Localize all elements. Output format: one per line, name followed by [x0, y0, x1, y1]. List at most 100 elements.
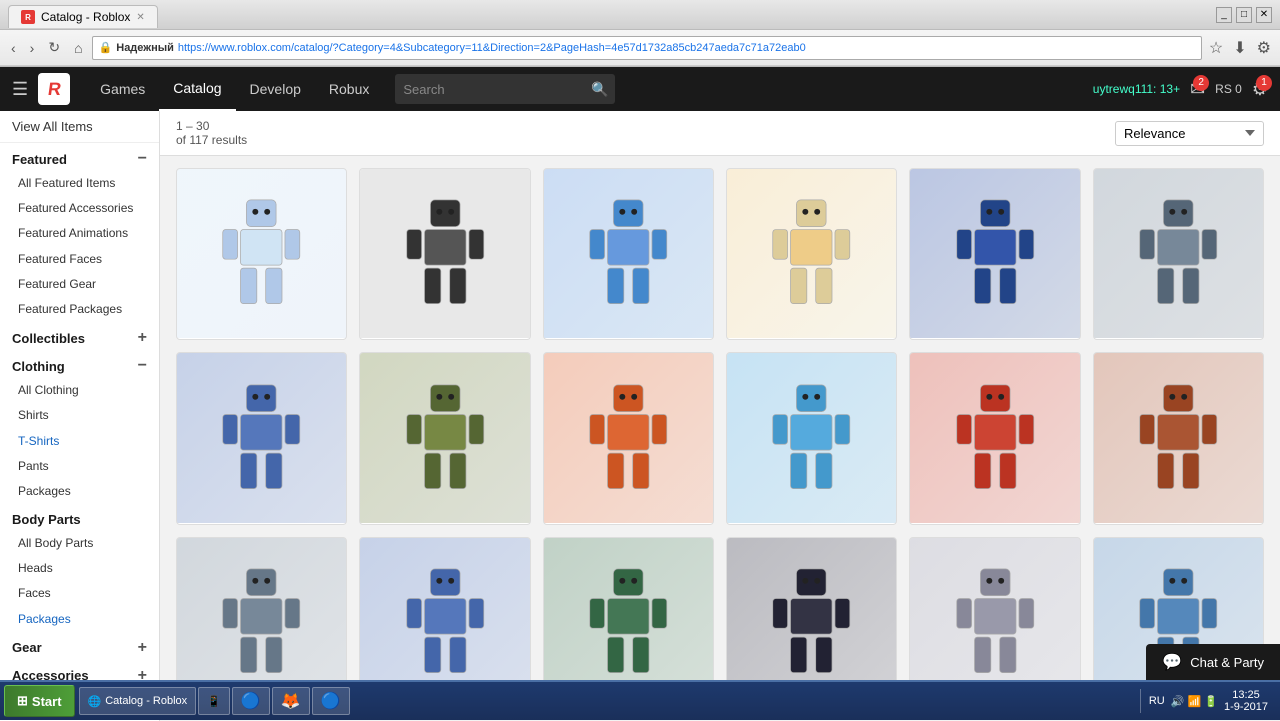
item-card[interactable]: Robloxian 2.0R 15: [726, 352, 897, 524]
taskbar-app-3[interactable]: 🔵: [232, 687, 270, 715]
gear-section-header[interactable]: Gear +: [0, 632, 159, 660]
nav-develop-link[interactable]: Develop: [236, 67, 315, 111]
sidebar-featured-animations[interactable]: Featured Animations: [0, 221, 159, 246]
start-icon: ⊞: [17, 693, 28, 709]
tray-icons: 🔊 📶 🔋: [1171, 695, 1218, 708]
item-info: Pirate Swashbu...R 400: [177, 523, 346, 525]
sidebar-shirts[interactable]: Shirts: [0, 403, 159, 428]
sidebar-heads[interactable]: Heads: [0, 556, 159, 581]
search-input[interactable]: [395, 82, 585, 97]
item-info: Robloxian 2.0R 15: [727, 523, 896, 525]
browser-tab[interactable]: R Catalog - Roblox ✕: [8, 5, 158, 28]
item-card[interactable]: The DoombringerR 1,250: [1093, 352, 1264, 524]
item-card[interactable]: Circuit BreakerR 750: [1093, 168, 1264, 340]
taskbar-app-viber[interactable]: 📱: [198, 687, 230, 715]
tray-lang: RU: [1149, 695, 1165, 707]
browser-icons: ☆ ⬇ ⚙: [1206, 36, 1274, 60]
nav-catalog-link[interactable]: Catalog: [159, 67, 235, 111]
tab-close-button[interactable]: ✕: [136, 12, 144, 23]
item-thumbnail: [1094, 353, 1263, 522]
item-info: ZombieR 550: [360, 523, 529, 525]
main-content: View All Items Featured − All Featured I…: [0, 111, 1280, 721]
back-button[interactable]: ‹: [6, 38, 21, 58]
item-card[interactable]: Flame Guard Ge...R 500: [543, 352, 714, 524]
collectibles-label: Collectibles: [12, 331, 85, 346]
taskbar-app-roblox[interactable]: 🌐 Catalog - Roblox: [79, 687, 197, 715]
item-card[interactable]: Frost Guard Gen...R 500: [176, 168, 347, 340]
start-button[interactable]: ⊞ Start: [4, 685, 75, 717]
username-label: uytrewq111: 13+: [1093, 82, 1180, 96]
settings-icon[interactable]: ⚙: [1254, 36, 1274, 60]
messages-badge: 2: [1193, 75, 1209, 91]
item-card[interactable]: Korblox MageR 750: [909, 168, 1080, 340]
sidebar-featured-accessories[interactable]: Featured Accessories: [0, 196, 159, 221]
nav-right-section: uytrewq111: 13+ ✉ 2 RS 0 ⚙ 1: [1093, 79, 1268, 100]
featured-section-header[interactable]: Featured −: [0, 143, 159, 171]
item-info: Circuit BreakerR 750: [1094, 338, 1263, 340]
sidebar-featured-faces[interactable]: Featured Faces: [0, 247, 159, 272]
minimize-button[interactable]: _: [1216, 7, 1232, 23]
chat-label: Chat & Party: [1190, 655, 1264, 670]
start-label: Start: [32, 694, 62, 709]
taskbar-apps: 🌐 Catalog - Roblox 📱 🔵 🦊 🔵: [79, 687, 1140, 715]
nav-search-box[interactable]: 🔍: [395, 74, 615, 104]
clothing-section-header[interactable]: Clothing −: [0, 350, 159, 378]
item-card[interactable]: Pirate Swashbu...R 400: [176, 352, 347, 524]
robux-balance[interactable]: RS 0: [1215, 82, 1242, 96]
content-toolbar: 1 – 30 of 117 results Relevance Most Fav…: [160, 111, 1280, 156]
view-all-link[interactable]: View All Items: [0, 111, 159, 143]
sidebar: View All Items Featured − All Featured I…: [0, 111, 160, 721]
search-icon: 🔍: [585, 81, 614, 98]
item-card[interactable]: SkeletonR 500: [726, 168, 897, 340]
item-card[interactable]: PT-ST4 Mobile A...R 275: [909, 352, 1080, 524]
item-thumbnail: [910, 169, 1079, 338]
sidebar-featured-packages[interactable]: Featured Packages: [0, 297, 159, 322]
messages-icon[interactable]: ✉ 2: [1190, 79, 1205, 100]
item-info: Korblox Deathsp...R 17,000: [360, 338, 529, 340]
settings-icon[interactable]: ⚙ 1: [1252, 79, 1268, 100]
body-parts-section-header[interactable]: Body Parts: [0, 504, 159, 531]
sort-select[interactable]: Relevance Most Favorited Bestselling Rec…: [1115, 121, 1264, 146]
address-bar[interactable]: 🔒 Надежныйhttps://www.roblox.com/catalog…: [92, 36, 1202, 60]
hamburger-menu-icon[interactable]: ☰: [12, 79, 38, 100]
maximize-button[interactable]: □: [1236, 7, 1252, 23]
item-thumbnail: [1094, 169, 1263, 338]
taskbar-app-firefox[interactable]: 🦊: [272, 687, 310, 715]
taskbar-app-roblox-label: Catalog - Roblox: [105, 695, 187, 707]
taskbar-app-viber-icon: 📱: [207, 695, 221, 708]
item-thumbnail: [360, 169, 529, 338]
nav-robux-link[interactable]: Robux: [315, 67, 383, 111]
address-url-text: Надежныйhttps://www.roblox.com/catalog/?…: [116, 42, 805, 54]
results-info: 1 – 30 of 117 results: [176, 119, 247, 147]
nav-games-link[interactable]: Games: [86, 67, 159, 111]
download-icon[interactable]: ⬇: [1230, 36, 1249, 60]
taskbar-app-5[interactable]: 🔵: [312, 687, 350, 715]
sidebar-faces[interactable]: Faces: [0, 581, 159, 606]
sidebar-tshirts[interactable]: T-Shirts: [0, 429, 159, 454]
item-info: Korblox MageR 750: [910, 338, 1079, 340]
forward-button[interactable]: ›: [25, 38, 40, 58]
item-info: The DoombringerR 1,250: [1094, 523, 1263, 525]
sidebar-packages[interactable]: Packages: [0, 607, 159, 632]
bookmark-icon[interactable]: ☆: [1206, 36, 1226, 60]
sidebar-featured-gear[interactable]: Featured Gear: [0, 272, 159, 297]
chat-widget[interactable]: 💬 Chat & Party: [1146, 644, 1280, 680]
taskbar-app-roblox-icon: 🌐: [88, 695, 102, 708]
chat-icon: 💬: [1162, 652, 1182, 672]
refresh-button[interactable]: ↻: [43, 37, 65, 58]
item-card[interactable]: Korblox Deathsp...R 17,000: [359, 168, 530, 340]
sidebar-pants[interactable]: Pants: [0, 454, 159, 479]
sidebar-all-clothing[interactable]: All Clothing: [0, 378, 159, 403]
item-card[interactable]: ZombieR 550: [359, 352, 530, 524]
item-card[interactable]: SuperheroR 230: [543, 168, 714, 340]
taskbar: ⊞ Start 🌐 Catalog - Roblox 📱 🔵 🦊 🔵 RU 🔊 …: [0, 680, 1280, 720]
collectibles-section-header[interactable]: Collectibles +: [0, 322, 159, 350]
home-button[interactable]: ⌂: [69, 38, 87, 58]
tab-title: Catalog - Roblox: [41, 10, 130, 24]
logo-text: R: [46, 79, 62, 100]
sidebar-all-featured[interactable]: All Featured Items: [0, 171, 159, 196]
roblox-logo[interactable]: R: [38, 73, 70, 105]
close-button[interactable]: ✕: [1256, 7, 1272, 23]
sidebar-clothing-packages[interactable]: Packages: [0, 479, 159, 504]
sidebar-all-body-parts[interactable]: All Body Parts: [0, 531, 159, 556]
